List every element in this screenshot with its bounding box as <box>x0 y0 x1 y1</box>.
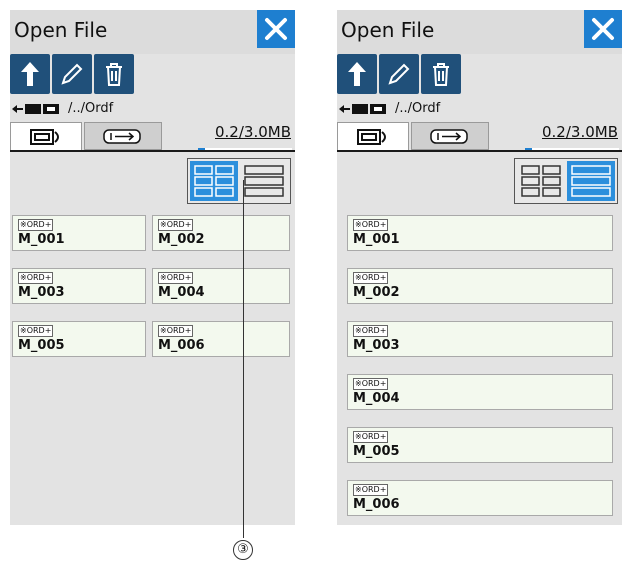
file-name: M_003 <box>353 338 400 353</box>
toolbar <box>337 54 622 96</box>
file-name: M_001 <box>353 232 400 247</box>
open-file-panel-list: Open File /../Ordf 0.2/3.0MB ※ORD+ M_001… <box>337 10 622 525</box>
file-item[interactable]: ※ORD+ M_006 <box>152 321 290 357</box>
file-name: M_006 <box>353 497 400 512</box>
list-view-button[interactable] <box>240 161 288 201</box>
tab-usb[interactable] <box>84 122 162 150</box>
delete-button[interactable] <box>421 54 461 94</box>
callout-label: ③ <box>233 540 253 560</box>
view-toggle <box>187 158 291 204</box>
file-item[interactable]: ※ORD+ M_002 <box>152 215 290 251</box>
grid-view-icon <box>194 165 234 197</box>
file-item[interactable]: ※ORD+ M_002 <box>347 268 613 304</box>
rename-button[interactable] <box>379 54 419 94</box>
list-view-icon <box>244 165 284 197</box>
usb-icon <box>103 129 141 144</box>
file-name: M_004 <box>158 285 205 300</box>
file-name: M_006 <box>158 338 205 353</box>
pencil-icon <box>61 63 83 85</box>
trash-icon <box>106 63 122 86</box>
file-name: M_005 <box>18 338 65 353</box>
toolbar <box>10 54 295 96</box>
trash-icon <box>433 63 449 86</box>
path-breadcrumb: /../Ordf <box>12 101 292 119</box>
embroidery-badge: ※ORD+ <box>353 325 389 337</box>
embroidery-badge: ※ORD+ <box>18 272 54 284</box>
file-item[interactable]: ※ORD+ M_003 <box>347 321 613 357</box>
embroidery-badge: ※ORD+ <box>353 272 389 284</box>
folder-up-button[interactable] <box>337 54 377 94</box>
machine-memory-icon <box>30 129 59 145</box>
embroidery-badge: ※ORD+ <box>18 219 54 231</box>
file-item[interactable]: ※ORD+ M_004 <box>347 374 613 410</box>
tab-internal-memory[interactable] <box>337 122 409 150</box>
tab-usb[interactable] <box>411 122 489 150</box>
up-arrow-icon <box>21 62 39 86</box>
storage-tabs: 0.2/3.0MB <box>337 122 622 151</box>
window-title: Open File <box>14 18 108 42</box>
divider <box>337 150 622 152</box>
file-item[interactable]: ※ORD+ M_004 <box>152 268 290 304</box>
machine-memory-icon <box>357 129 386 145</box>
tab-internal-memory[interactable] <box>10 122 82 150</box>
file-name: M_004 <box>353 391 400 406</box>
grid-view-button[interactable] <box>190 161 238 201</box>
callout-line <box>243 180 244 538</box>
storage-tabs: 0.2/3.0MB <box>10 122 295 151</box>
file-item[interactable]: ※ORD+ M_003 <box>12 268 146 304</box>
embroidery-badge: ※ORD+ <box>353 378 389 390</box>
embroidery-badge: ※ORD+ <box>353 219 389 231</box>
embroidery-badge: ※ORD+ <box>158 325 194 337</box>
file-name: M_001 <box>18 232 65 247</box>
file-name: M_002 <box>353 285 400 300</box>
path-text: /../Ordf <box>68 101 114 116</box>
usb-icon <box>430 129 468 144</box>
embroidery-badge: ※ORD+ <box>158 219 194 231</box>
file-name: M_005 <box>353 444 400 459</box>
grid-view-button[interactable] <box>517 161 565 201</box>
close-icon <box>265 18 287 40</box>
title-bar: Open File <box>10 10 295 54</box>
open-file-panel-grid: Open File /../Ordf 0.2/3.0MB ※ORD+ M_001… <box>10 10 295 525</box>
folder-path-icon <box>12 104 59 114</box>
path-text: /../Ordf <box>395 101 441 116</box>
window-title: Open File <box>341 18 435 42</box>
close-button[interactable] <box>584 10 622 48</box>
file-item[interactable]: ※ORD+ M_001 <box>347 215 613 251</box>
view-toggle <box>514 158 618 204</box>
embroidery-badge: ※ORD+ <box>353 484 389 496</box>
grid-view-icon <box>521 165 561 197</box>
close-button[interactable] <box>257 10 295 48</box>
folder-path-icon <box>339 104 386 114</box>
memory-capacity: 0.2/3.0MB <box>215 123 291 141</box>
list-view-icon <box>571 165 611 197</box>
memory-capacity: 0.2/3.0MB <box>542 123 618 141</box>
pencil-icon <box>388 63 410 85</box>
file-name: M_003 <box>18 285 65 300</box>
delete-button[interactable] <box>94 54 134 94</box>
embroidery-badge: ※ORD+ <box>158 272 194 284</box>
file-item[interactable]: ※ORD+ M_005 <box>347 427 613 463</box>
list-view-button[interactable] <box>567 161 615 201</box>
divider <box>10 150 295 152</box>
file-item[interactable]: ※ORD+ M_006 <box>347 480 613 516</box>
rename-button[interactable] <box>52 54 92 94</box>
file-item[interactable]: ※ORD+ M_005 <box>12 321 146 357</box>
up-arrow-icon <box>348 62 366 86</box>
embroidery-badge: ※ORD+ <box>18 325 54 337</box>
embroidery-badge: ※ORD+ <box>353 431 389 443</box>
file-name: M_002 <box>158 232 205 247</box>
title-bar: Open File <box>337 10 622 54</box>
path-breadcrumb: /../Ordf <box>339 101 619 119</box>
folder-up-button[interactable] <box>10 54 50 94</box>
file-item[interactable]: ※ORD+ M_001 <box>12 215 146 251</box>
close-icon <box>592 18 614 40</box>
